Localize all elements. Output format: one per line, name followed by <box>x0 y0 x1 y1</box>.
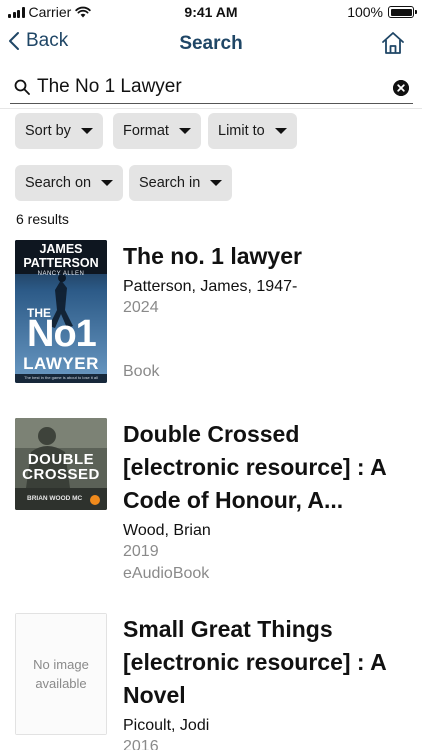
chip-label: Search on <box>25 175 92 191</box>
cover-title-line3: LAWYER <box>23 354 99 373</box>
caret-down-icon <box>210 180 223 186</box>
result-info: Small Great Things [electronic resource]… <box>123 613 408 750</box>
battery-percent: 100% <box>347 4 383 20</box>
result-format: eAudioBook <box>123 565 210 582</box>
cover-coauthor: NANCY ALLEN <box>37 271 85 277</box>
sort-by-dropdown[interactable]: Sort by <box>15 113 103 149</box>
caret-down-icon <box>101 180 114 186</box>
battery-icon <box>388 6 417 18</box>
status-right: 100% <box>347 4 417 20</box>
result-info: Double Crossed [electronic resource] : A… <box>123 418 408 585</box>
result-author: Wood, Brian <box>123 522 211 539</box>
page-title: Search <box>179 33 243 54</box>
result-title[interactable]: Double Crossed [electronic resource] : A… <box>123 418 408 517</box>
cover-title-line2: CROSSED <box>22 466 100 483</box>
chip-label: Search in <box>139 175 201 191</box>
book-cover[interactable]: No image available <box>15 613 107 735</box>
cover-author: BRIAN WOOD MC <box>27 495 83 502</box>
caret-down-icon <box>178 128 191 134</box>
chip-label: Limit to <box>218 123 265 139</box>
clear-search-icon[interactable] <box>393 80 409 96</box>
search-in-dropdown[interactable]: Search in <box>129 165 233 201</box>
chip-label: Sort by <box>25 123 71 139</box>
results-count: 6 results <box>16 211 69 227</box>
no-image-placeholder: No image available <box>15 613 107 735</box>
result-title[interactable]: The no. 1 lawyer <box>123 240 408 273</box>
result-item[interactable]: JAMES PATTERSON NANCY ALLEN THE No1 LAWY… <box>0 240 422 390</box>
cover-title-line2: No1 <box>27 313 97 355</box>
header-divider <box>0 108 422 109</box>
result-item[interactable]: No image available Small Great Things [e… <box>0 613 422 750</box>
search-on-dropdown[interactable]: Search on <box>15 165 124 201</box>
book-cover[interactable]: JAMES PATTERSON NANCY ALLEN THE No1 LAWY… <box>15 240 107 383</box>
result-year: 2019 <box>123 543 159 560</box>
home-icon[interactable] <box>380 30 406 56</box>
result-info: The no. 1 lawyer Patterson, James, 1947-… <box>123 240 408 319</box>
caret-down-icon <box>274 128 287 134</box>
search-icon <box>14 79 30 95</box>
result-year: 2024 <box>123 299 159 316</box>
limit-to-dropdown[interactable]: Limit to <box>208 113 297 149</box>
book-cover[interactable]: DOUBLE CROSSED BRIAN WOOD MC <box>15 418 107 510</box>
status-bar: Carrier 9:41 AM 100% <box>0 0 422 24</box>
search-input[interactable] <box>37 74 387 100</box>
caret-down-icon <box>80 128 93 134</box>
navigation-bar: Back Search <box>0 24 422 64</box>
result-title[interactable]: Small Great Things [electronic resource]… <box>123 613 408 712</box>
result-item[interactable]: DOUBLE CROSSED BRIAN WOOD MC Double Cros… <box>0 418 422 588</box>
result-author: Patterson, James, 1947- <box>123 278 298 295</box>
chip-label: Format <box>123 123 169 139</box>
cover-tagline: The best in the game is about to lose it… <box>24 375 98 380</box>
format-dropdown[interactable]: Format <box>113 113 201 149</box>
result-year: 2016 <box>123 738 159 750</box>
cover-title-line1: DOUBLE <box>27 451 95 468</box>
result-author: Picoult, Jodi <box>123 717 210 734</box>
search-bar <box>10 70 413 104</box>
cover-author: JAMES PATTERSON <box>23 242 99 270</box>
result-format: Book <box>123 363 160 380</box>
